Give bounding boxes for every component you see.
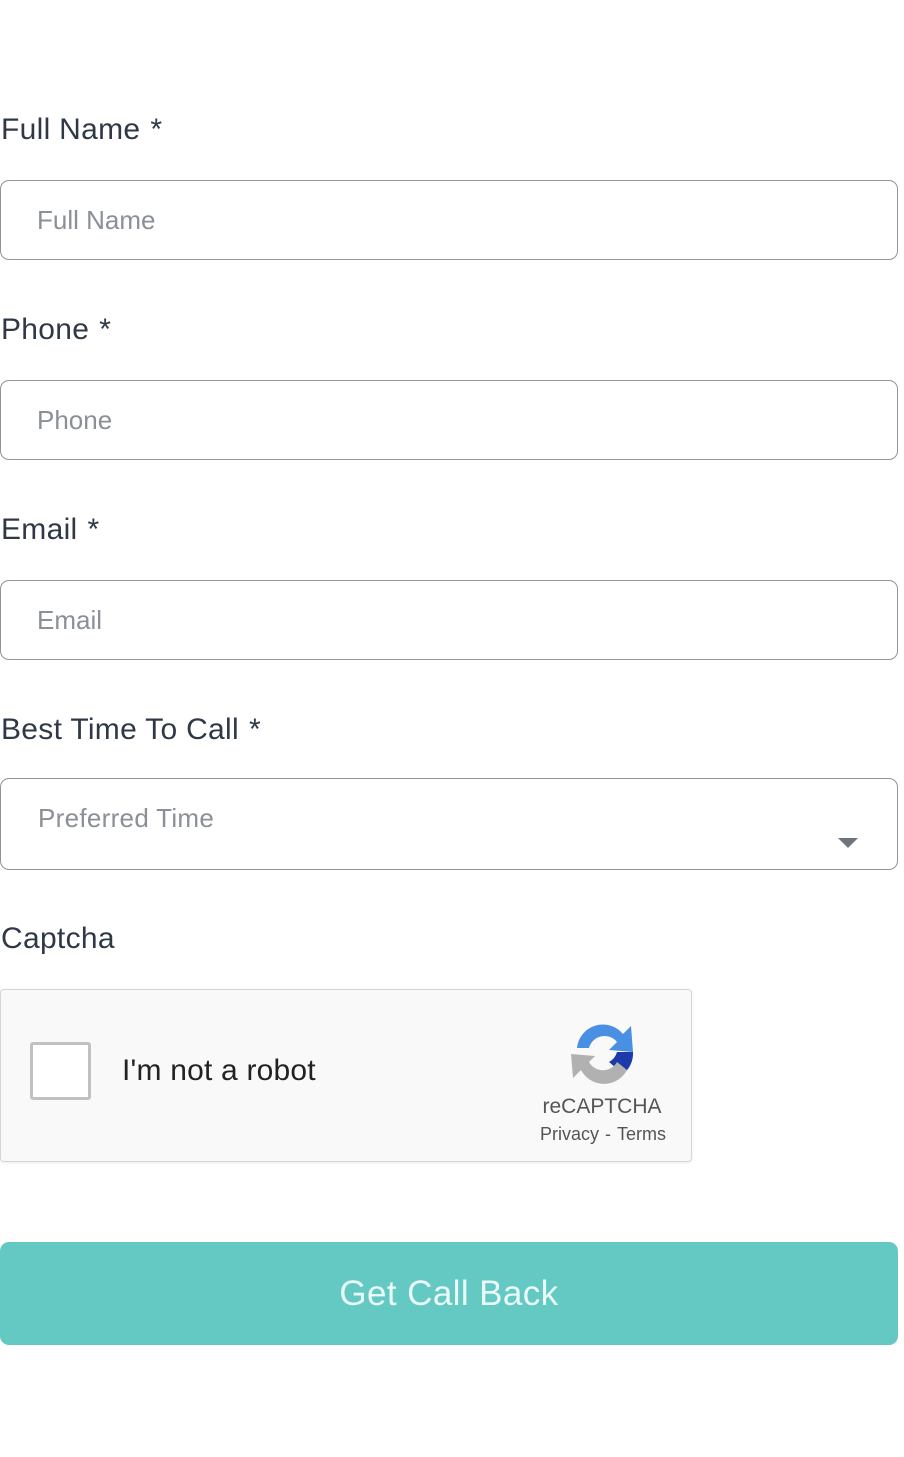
- recaptcha-checkbox[interactable]: [30, 1042, 91, 1100]
- best-time-label: Best Time To Call *: [1, 713, 261, 747]
- full-name-field: [0, 180, 898, 260]
- link-separator: -: [605, 1124, 611, 1144]
- privacy-link[interactable]: Privacy: [540, 1124, 599, 1144]
- phone-label: Phone *: [1, 313, 111, 347]
- required-mark: *: [99, 313, 112, 346]
- email-input[interactable]: [1, 581, 897, 659]
- captcha-label-text: Captcha: [1, 922, 115, 955]
- preferred-time-placeholder: Preferred Time: [38, 803, 215, 833]
- phone-label-text: Phone: [1, 313, 90, 346]
- recaptcha-checkbox-label: I'm not a robot: [122, 1054, 316, 1087]
- recaptcha-links: Privacy - Terms: [533, 1124, 673, 1145]
- best-time-label-text: Best Time To Call: [1, 713, 239, 746]
- full-name-label-text: Full Name: [1, 113, 141, 146]
- get-call-back-button[interactable]: Get Call Back: [0, 1242, 898, 1345]
- required-mark: *: [248, 713, 261, 746]
- full-name-input[interactable]: [1, 181, 897, 259]
- full-name-label: Full Name *: [1, 113, 162, 147]
- phone-field: [0, 380, 898, 460]
- required-mark: *: [87, 513, 100, 546]
- required-mark: *: [150, 113, 163, 146]
- recaptcha-logo-icon: [571, 1024, 634, 1084]
- recaptcha-brand-text: reCAPTCHA: [542, 1095, 662, 1118]
- captcha-label: Captcha: [1, 922, 115, 956]
- recaptcha-widget: I'm not a robot reCAPTCHA Privacy - Terms: [0, 989, 692, 1162]
- phone-input[interactable]: [1, 381, 897, 459]
- email-label-text: Email: [1, 513, 78, 546]
- email-label: Email *: [1, 513, 100, 547]
- terms-link[interactable]: Terms: [617, 1124, 666, 1144]
- preferred-time-select[interactable]: Preferred Time: [0, 778, 898, 870]
- chevron-down-icon: [838, 838, 858, 848]
- email-field: [0, 580, 898, 660]
